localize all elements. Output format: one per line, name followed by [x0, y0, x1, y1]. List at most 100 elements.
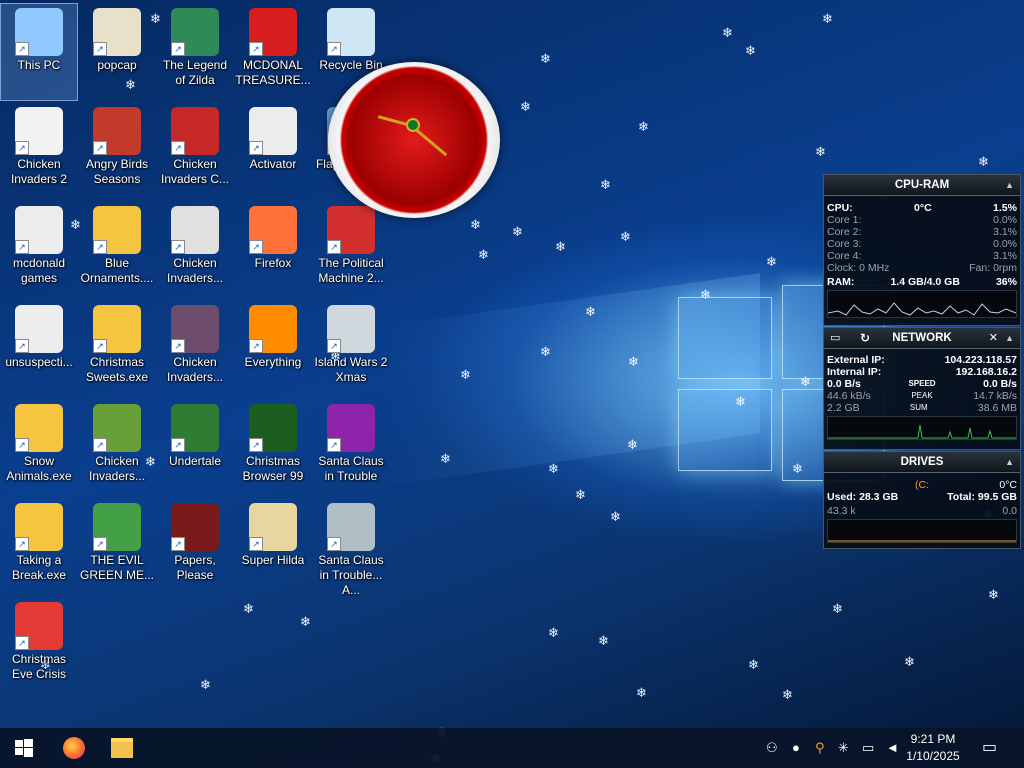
network-tray-icon[interactable]: ▭	[862, 728, 874, 768]
volume-muted-icon[interactable]: ◄	[886, 728, 899, 768]
chicken-invaders-2-icon: ↗	[15, 107, 63, 155]
desktop-icon[interactable]: ↗ Undertale	[157, 400, 233, 496]
mcdonald-games-folder-icon: ↗	[15, 206, 63, 254]
snowflake-tray-icon[interactable]: ✳	[838, 728, 849, 768]
snowflake-icon: ❄	[745, 43, 756, 58]
christmas-sweets-icon: ↗	[93, 305, 141, 353]
peak-label: PEAK	[911, 391, 933, 400]
network-header: ▭ ↻ NETWORK ✕ ▲	[824, 328, 1020, 349]
desktop-icon[interactable]: ↗ mcdonald games	[1, 202, 77, 298]
desktop-icon-label: Chicken Invaders...	[88, 454, 146, 483]
desktop-icon[interactable]: ↗ MCDONAL TREASURE...	[235, 4, 311, 100]
desktop-icon-label: Angry Birds Seasons	[85, 157, 149, 186]
collapse-icon[interactable]: ▲	[1005, 328, 1014, 348]
speed-down: 0.0 B/s	[827, 378, 861, 390]
taskbar-file-explorer-button[interactable]	[98, 728, 146, 768]
desktop-icon[interactable]: ↗ Snow Animals.exe	[1, 400, 77, 496]
desktop-icon[interactable]: ↗ Christmas Browser 99	[235, 400, 311, 496]
desktop-icon[interactable]: ↗ popcap	[79, 4, 155, 100]
desktop-icon[interactable]: ↗ The Legend of Zilda	[157, 4, 233, 100]
snowflake-icon: ❄	[548, 625, 559, 640]
core-row: Core 4: 3.1%	[824, 250, 1020, 262]
shortcut-arrow-icon: ↗	[327, 339, 341, 353]
taskbar-firefox-button[interactable]	[50, 728, 98, 768]
cpu-ram-graph-line	[828, 302, 1016, 316]
ram-percent: 36%	[995, 276, 1017, 288]
core-value: 0.0%	[993, 238, 1017, 250]
desktop-icon[interactable]: ↗ Taking a Break.exe	[1, 499, 77, 595]
snowflake-icon: ❄	[300, 614, 311, 629]
desktop-icon-label: The Political Machine 2...	[318, 256, 384, 285]
desktop-icon[interactable]: ↗ Christmas Eve Crisis	[1, 598, 77, 694]
undertale-icon: ↗	[171, 404, 219, 452]
drive-total: Total: 99.5 GB	[947, 491, 1017, 503]
shortcut-arrow-icon: ↗	[15, 42, 29, 56]
network-gadget[interactable]: ▭ ↻ NETWORK ✕ ▲ External IP: 104.223.118…	[823, 327, 1021, 450]
taskbar-clock[interactable]: 9:21 PM 1/10/2025	[898, 731, 968, 765]
desktop-icon-label: Chicken Invaders C...	[160, 157, 230, 186]
desktop-icon[interactable]: ↗ THE EVIL GREEN ME...	[79, 499, 155, 595]
desktop-icon-label: MCDONAL TREASURE...	[235, 58, 311, 87]
shortcut-arrow-icon: ↗	[171, 240, 185, 254]
desktop-icon[interactable]: ↗ Christmas Sweets.exe	[79, 301, 155, 397]
snowflake-icon: ❄	[440, 451, 451, 466]
shortcut-arrow-icon: ↗	[327, 537, 341, 551]
collapse-icon[interactable]: ▲	[1005, 175, 1014, 195]
desktop-icon[interactable]: ↗ Papers, Please	[157, 499, 233, 595]
desktop-icon[interactable]: ↗ unsuspecti...	[1, 301, 77, 397]
shortcut-arrow-icon: ↗	[327, 438, 341, 452]
desktop-icon[interactable]: ↗ Activator	[235, 103, 311, 199]
external-ip-label: External IP:	[827, 354, 885, 366]
chicken-invaders-5-icon: ↗	[93, 404, 141, 452]
drive-graph-line	[828, 540, 1016, 542]
desktop-icon[interactable]: ↗ Chicken Invaders 2	[1, 103, 77, 199]
desktop-icon[interactable]: ↗ Santa Claus in Trouble... A...	[313, 499, 389, 597]
santa-trouble-icon: ↗	[327, 404, 375, 452]
desktop-icon-label: Blue Ornaments....	[80, 256, 154, 285]
desktop-icon[interactable]: ↗ Chicken Invaders C...	[157, 103, 233, 199]
shortcut-arrow-icon: ↗	[249, 42, 263, 56]
shortcut-arrow-icon: ↗	[93, 42, 107, 56]
snowflake-icon: ❄	[822, 11, 833, 26]
super-hilda-icon: ↗	[249, 503, 297, 551]
desktop-icon[interactable]: ↗ Firefox	[235, 202, 311, 298]
snowflake-icon: ❄	[460, 367, 471, 382]
drives-gadget[interactable]: DRIVES ▲ (C: 0°C Used: 28.3 GB Total: 99…	[823, 451, 1021, 549]
desktop-icon[interactable]: ↗ Chicken Invaders...	[157, 301, 233, 397]
collapse-icon[interactable]: ▲	[1005, 452, 1014, 472]
desktop-icon[interactable]: ↗ Everything	[235, 301, 311, 397]
desktop-icon[interactable]: ↗ Santa Claus in Trouble	[313, 400, 389, 496]
desktop-icon[interactable]: ↗ Chicken Invaders...	[157, 202, 233, 298]
desktop-icon-label: Chicken Invaders...	[166, 355, 224, 384]
snowflake-icon: ❄	[575, 487, 586, 502]
firefox-icon	[63, 736, 85, 759]
shortcut-arrow-icon: ↗	[327, 240, 341, 254]
desktop-icon-label: Santa Claus in Trouble	[318, 454, 384, 483]
desktop-icon[interactable]: ↗ This PC	[0, 3, 78, 101]
people-icon[interactable]: ⚇	[766, 728, 778, 768]
droplet-icon[interactable]: ●	[792, 728, 800, 768]
desktop-icon[interactable]: ↗ Super Hilda	[235, 499, 311, 595]
cpu-ram-gadget[interactable]: CPU-RAM ▲ CPU: 0°C 1.5% Core 1: 0.0% Core …	[823, 174, 1021, 326]
action-center-icon[interactable]: ▭	[982, 728, 997, 768]
snowflake-icon: ❄	[585, 304, 596, 319]
internal-ip-label: Internal IP:	[827, 366, 882, 378]
snowflake-icon: ❄	[548, 461, 559, 476]
desktop-icon[interactable]: ↗ Angry Birds Seasons	[79, 103, 155, 199]
refresh-icon[interactable]: ↻	[860, 328, 870, 348]
desktop-icon[interactable]: ↗ Island Wars 2 Xmas	[313, 301, 389, 397]
desktop-icon[interactable]: ↗ Blue Ornaments....	[79, 202, 155, 298]
core-label: Core 2:	[827, 226, 862, 238]
settings-tools-icon[interactable]: ✕	[989, 328, 998, 348]
monitor-icon[interactable]: ▭	[830, 328, 840, 348]
desktop-icon-label: mcdonald games	[12, 256, 66, 285]
snowflake-icon: ❄	[540, 51, 551, 66]
core-value: 0.0%	[993, 214, 1017, 226]
shortcut-arrow-icon: ↗	[171, 42, 185, 56]
desktop-icon[interactable]: ↗ Chicken Invaders...	[79, 400, 155, 496]
start-button[interactable]	[0, 728, 48, 768]
taking-a-break-icon: ↗	[15, 503, 63, 551]
snowflake-icon: ❄	[815, 144, 826, 159]
christmas-clock-gadget[interactable]	[318, 52, 514, 224]
everything-tray-icon[interactable]: ⚲	[815, 728, 825, 768]
